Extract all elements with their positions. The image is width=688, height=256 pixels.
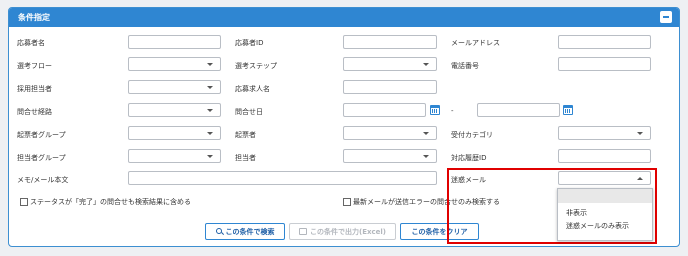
dropdown-option-hide[interactable]: 非表示 <box>558 207 652 220</box>
export-button-label: この条件で出力(Excel) <box>310 227 386 236</box>
inquiry-date-label: 問合せ日 <box>235 108 263 116</box>
calendar-icon[interactable] <box>430 105 440 115</box>
creator-group-select[interactable] <box>128 126 221 140</box>
inquiry-date-to-input[interactable] <box>477 103 560 117</box>
include-completed-label: ステータスが「完了」の問合せも検索結果に含める <box>30 198 191 206</box>
dropdown-option-blank[interactable] <box>558 189 652 203</box>
date-range-separator: - <box>451 107 454 115</box>
inquiry-date-from-input[interactable] <box>343 103 426 117</box>
history-id-label: 対応履歴ID <box>451 154 487 162</box>
selection-flow-select[interactable] <box>128 57 221 71</box>
search-icon <box>215 228 223 235</box>
staff-select[interactable] <box>343 149 437 163</box>
chevron-down-icon <box>207 86 213 89</box>
applicant-name-input[interactable] <box>128 35 221 49</box>
hiring-staff-select[interactable] <box>128 80 221 94</box>
printer-icon <box>299 228 307 235</box>
search-button[interactable]: この条件で検索 <box>205 223 285 240</box>
hiring-staff-label: 採用担当者 <box>17 85 52 93</box>
memo-input[interactable] <box>128 171 437 185</box>
chevron-down-icon <box>423 155 429 158</box>
phone-label: 電話番号 <box>451 62 479 70</box>
inquiry-route-label: 問合せ経路 <box>17 108 52 116</box>
send-error-only-checkbox[interactable] <box>343 198 351 206</box>
staff-group-label: 担当者グループ <box>17 154 66 162</box>
applicant-name-label: 応募者名 <box>17 39 45 47</box>
job-posting-name-input[interactable] <box>343 80 437 94</box>
received-category-label: 受付カテゴリ <box>451 131 493 139</box>
chevron-down-icon <box>637 132 643 135</box>
panel-title: 条件指定 <box>18 13 50 22</box>
received-category-select[interactable] <box>558 126 651 140</box>
dropdown-option-spam-only[interactable]: 迷惑メールのみ表示 <box>558 220 652 233</box>
job-posting-name-label: 応募求人名 <box>235 85 270 93</box>
include-completed-checkbox[interactable] <box>20 198 28 206</box>
calendar-icon[interactable] <box>563 105 573 115</box>
chevron-down-icon <box>423 63 429 66</box>
spam-mail-dropdown-list: 非表示 迷惑メールのみ表示 <box>557 188 653 241</box>
creator-group-label: 起票者グループ <box>17 131 66 139</box>
selection-step-label: 選考ステップ <box>235 62 277 70</box>
staff-label: 担当者 <box>235 154 256 162</box>
email-input[interactable] <box>558 35 651 49</box>
memo-label: メモ/メール本文 <box>17 176 69 184</box>
applicant-id-label: 応募者ID <box>235 39 264 47</box>
export-excel-button[interactable]: この条件で出力(Excel) <box>289 223 396 240</box>
selection-flow-label: 選考フロー <box>17 62 52 70</box>
panel-header: 条件指定 <box>9 8 679 27</box>
phone-input[interactable] <box>558 57 651 71</box>
email-label: メールアドレス <box>451 39 500 47</box>
chevron-down-icon <box>207 63 213 66</box>
search-button-label: この条件で検索 <box>225 227 275 236</box>
staff-group-select[interactable] <box>128 149 221 163</box>
applicant-id-input[interactable] <box>343 35 437 49</box>
creator-select[interactable] <box>343 126 437 140</box>
chevron-down-icon <box>423 132 429 135</box>
history-id-input[interactable] <box>558 149 651 163</box>
chevron-down-icon <box>207 155 213 158</box>
creator-label: 起票者 <box>235 131 256 139</box>
inquiry-route-select[interactable] <box>128 103 221 117</box>
selection-step-select[interactable] <box>343 57 437 71</box>
chevron-down-icon <box>207 109 213 112</box>
collapse-icon[interactable] <box>660 11 672 23</box>
chevron-down-icon <box>207 132 213 135</box>
